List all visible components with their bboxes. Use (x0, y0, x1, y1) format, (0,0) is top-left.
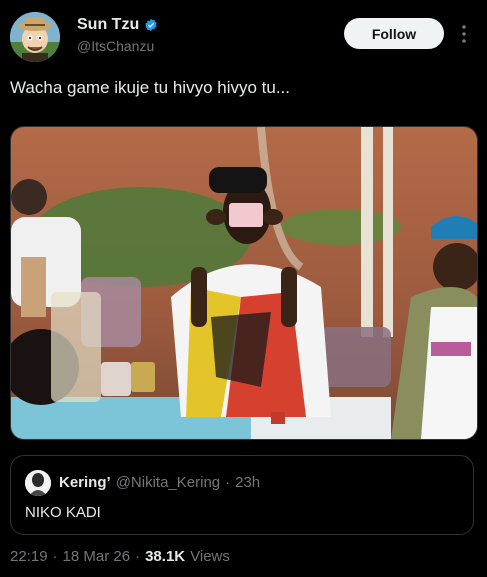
quote-header: Kering’ @Nikita_Kering · 23h (59, 474, 260, 491)
quoted-tweet[interactable]: Kering’ @Nikita_Kering · 23h NIKO KADI (10, 455, 474, 535)
tweet-text: Wacha game ikuje tu hivyo hivyo tu... (10, 78, 291, 97)
meta-separator: · (52, 548, 58, 565)
more-options-icon[interactable] (458, 24, 470, 44)
tweet-photo[interactable] (10, 126, 478, 440)
author-handle[interactable]: @ItsChanzu (77, 38, 154, 54)
author-name-row: Sun Tzu (77, 16, 158, 34)
tweet-meta: 22:19 · 18 Mar 26 · 38.1K Views (10, 548, 230, 565)
quote-author-name[interactable]: Kering’ (59, 474, 111, 491)
meta-separator: · (135, 548, 141, 565)
tweet-time[interactable]: 22:19 (10, 548, 48, 565)
follow-button[interactable]: Follow (344, 18, 444, 49)
quote-timestamp[interactable]: 23h (235, 474, 260, 491)
quote-separator: · (225, 474, 231, 491)
views-label: Views (190, 548, 230, 565)
author-display-name[interactable]: Sun Tzu (77, 16, 139, 34)
verified-badge-icon (145, 18, 157, 32)
author-avatar[interactable] (10, 12, 60, 62)
quote-author-handle[interactable]: @Nikita_Kering (116, 474, 220, 491)
quote-author-avatar[interactable] (25, 470, 51, 496)
views-count: 38.1K (145, 548, 186, 565)
photo-icon (11, 127, 477, 439)
tweet-date[interactable]: 18 Mar 26 (63, 548, 131, 565)
quote-text: NIKO KADI (25, 504, 101, 521)
